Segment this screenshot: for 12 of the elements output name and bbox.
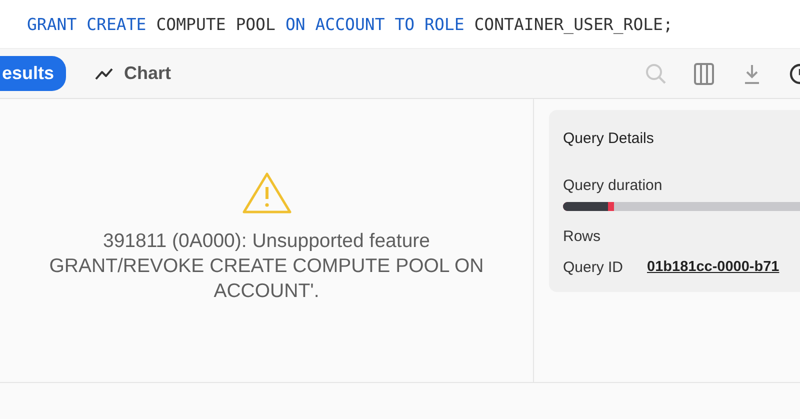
duration-label: Query duration [563, 177, 664, 194]
query-id-label: Query ID [563, 259, 624, 276]
code-line: GRANT CREATE COMPUTE POOL ON ACCOUNT TO ROLE CONTAINER_USER_ROLE; [27, 14, 673, 34]
line-chart-icon [94, 66, 114, 80]
rows-label: Rows [563, 228, 602, 245]
columns-icon[interactable] [692, 62, 716, 86]
error-message: 391811 (0A000): Unsupported feature GRANT/REVOKE CREATE COMPUTE POOL ON ACCOUNT'. [48, 229, 485, 304]
results-tab[interactable]: esults [0, 56, 66, 91]
warning-icon [240, 171, 292, 215]
query-id-link[interactable]: 01b181cc-0000-b71 [647, 259, 780, 276]
card-title: Query Details [563, 130, 655, 147]
chart-tab[interactable]: Chart [88, 56, 178, 91]
